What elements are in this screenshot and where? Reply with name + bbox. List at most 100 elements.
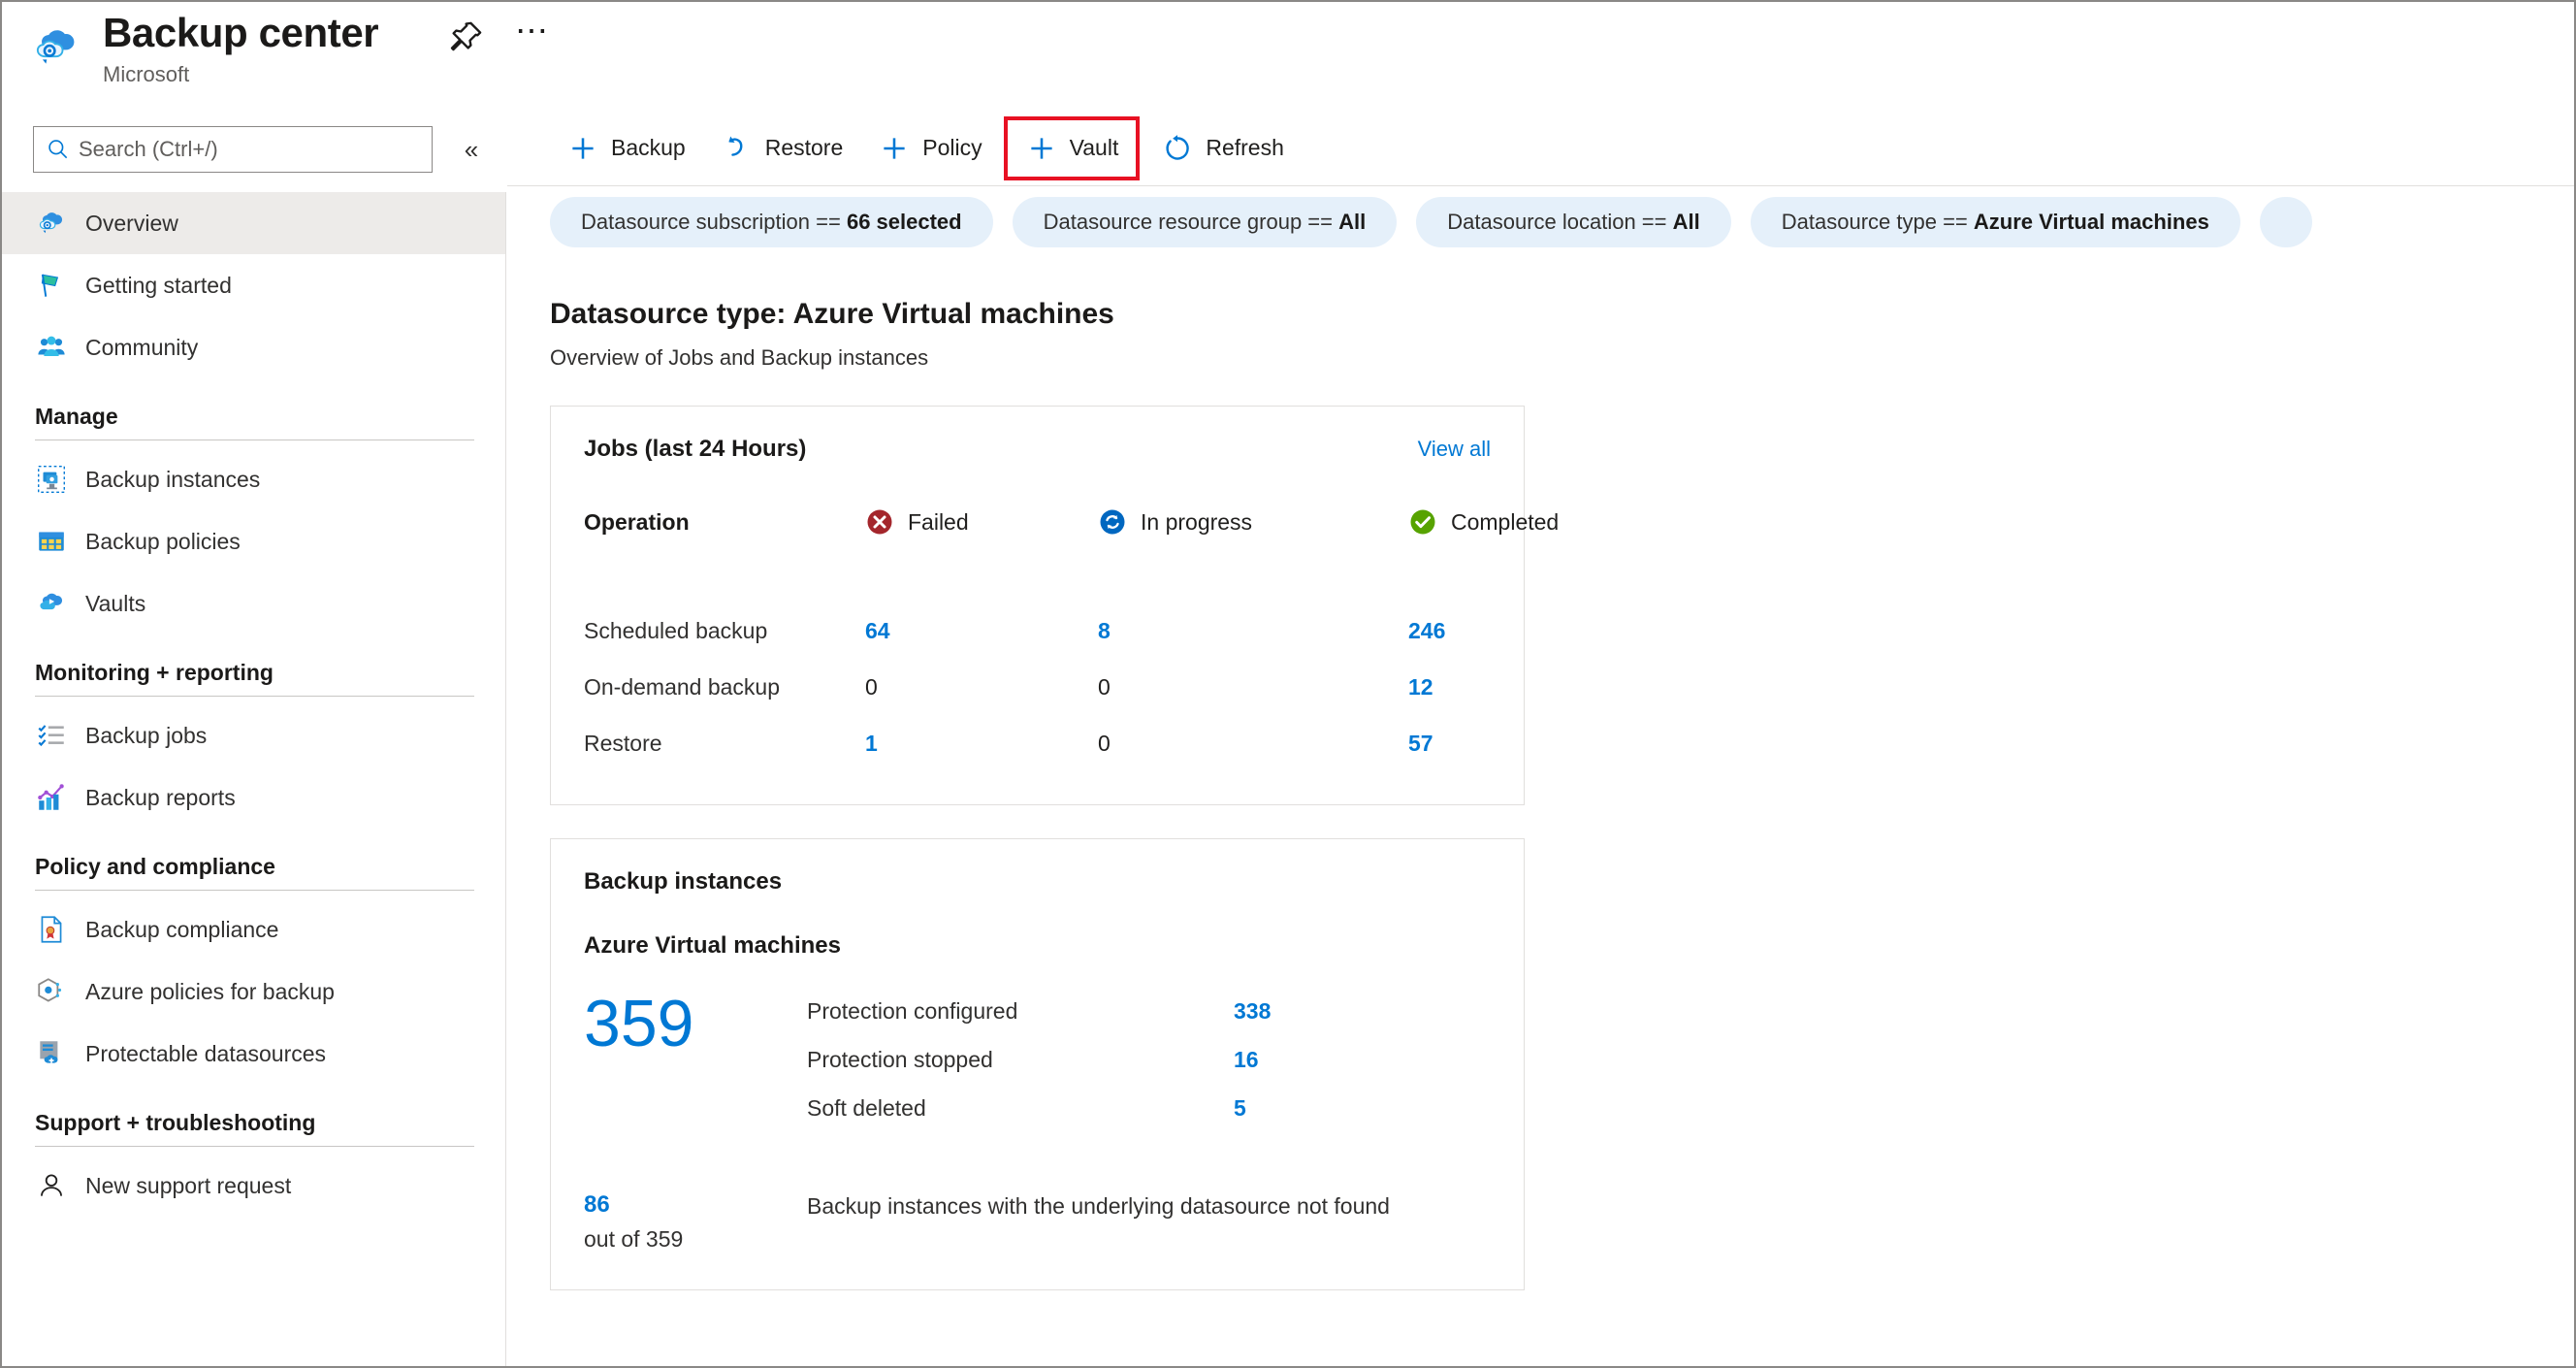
filter-pill-datasource-resource-group[interactable]: Datasource resource group == All <box>1012 197 1398 247</box>
sidebar-item-backup-policies[interactable]: Backup policies <box>2 510 505 572</box>
jobs-cell-completed[interactable]: 12 <box>1408 659 1559 715</box>
sidebar-item-label: Overview <box>85 210 178 236</box>
bar-chart-icon <box>35 781 68 814</box>
checklist-icon <box>35 719 68 752</box>
plus-icon <box>1025 132 1058 165</box>
jobs-cell-failed[interactable]: 64 <box>865 603 1098 659</box>
panel-title: Datasource type: Azure Virtual machines <box>550 298 1114 330</box>
sidebar-group-title: Monitoring + reporting <box>35 660 274 685</box>
jobs-cell-in-progress[interactable]: 8 <box>1098 603 1408 659</box>
search-box[interactable] <box>33 126 433 173</box>
instances-footer-outof: out of 359 <box>584 1226 684 1252</box>
jobs-card: Jobs (last 24 Hours) View all Operation <box>550 406 1559 805</box>
jobs-card-title: Jobs (last 24 Hours) <box>584 436 807 462</box>
backup-button[interactable]: Backup <box>553 118 699 179</box>
sidebar-group-title: Manage <box>35 404 118 429</box>
vault-cloud-icon <box>35 587 68 620</box>
policy-button[interactable]: Policy <box>864 118 995 179</box>
filter-pill-label: Datasource type == <box>1781 210 1968 234</box>
jobs-cell-failed[interactable]: 1 <box>865 715 1098 771</box>
page-header: Backup center Microsoft ⋯ <box>2 2 2574 111</box>
sidebar-item-backup-instances[interactable]: Backup instances <box>2 448 505 510</box>
sidebar-item-backup-compliance[interactable]: Backup compliance <box>2 898 505 961</box>
filter-pill-datasource-location[interactable]: Datasource location == All <box>1416 197 1731 247</box>
jobs-cell-completed[interactable]: 246 <box>1408 603 1559 659</box>
pin-icon[interactable] <box>443 17 486 60</box>
command-toolbar: Backup Restore Policy Vault Refresh <box>507 111 2574 186</box>
jobs-cell-in-progress: 0 <box>1098 730 1111 756</box>
policy-grid-icon <box>35 525 68 558</box>
sidebar-item-protectable-datasources[interactable]: Protectable datasources <box>2 1023 505 1085</box>
search-input[interactable] <box>79 127 420 172</box>
jobs-column-failed: Failed <box>865 496 1098 548</box>
panel-subtitle: Overview of Jobs and Backup instances <box>550 345 929 370</box>
panel: Datasource type: Azure Virtual machines … <box>507 258 2574 1290</box>
restore-button[interactable]: Restore <box>707 118 857 179</box>
instances-total-count[interactable]: 359 <box>584 987 807 1132</box>
azure-policy-hexagon-icon <box>35 975 68 1008</box>
jobs-cell-failed: 0 <box>865 673 878 700</box>
sidebar-item-community[interactable]: Community <box>2 316 505 378</box>
filter-pill-datasource-subscription[interactable]: Datasource subscription == 66 selected <box>550 197 993 247</box>
sidebar-group-support: Support + troubleshooting New support re… <box>2 1110 505 1217</box>
jobs-column-label: Completed <box>1451 508 1560 535</box>
filter-pill-overflow[interactable] <box>2259 197 2312 247</box>
jobs-column-label: Failed <box>908 508 969 535</box>
sidebar-item-label: Azure policies for backup <box>85 978 335 1004</box>
sidebar-group-title: Policy and compliance <box>35 854 275 879</box>
sidebar-item-label: Vaults <box>85 590 146 616</box>
instances-row: Protection stopped 16 <box>807 1035 1491 1084</box>
instances-row-value[interactable]: 16 <box>1234 1047 1259 1073</box>
jobs-card-header: Jobs (last 24 Hours) View all <box>584 436 1491 463</box>
filter-pill-label: Datasource location == <box>1447 210 1667 234</box>
sidebar-group-monitoring: Monitoring + reporting Backup jobs Backu… <box>2 660 505 829</box>
view-all-jobs-link[interactable]: View all <box>1418 437 1491 462</box>
divider <box>35 1146 474 1147</box>
vault-button[interactable]: Vault <box>1003 115 1141 180</box>
instances-row: Protection configured 338 <box>807 987 1491 1035</box>
filter-pill-datasource-type[interactable]: Datasource type == Azure Virtual machine… <box>1750 197 2240 247</box>
ellipsis-icon[interactable]: ⋯ <box>511 15 554 60</box>
sidebar-item-label: Community <box>85 334 199 360</box>
backup-center-cloud-icon <box>35 207 68 240</box>
jobs-table: Operation Failed In progress Completed S… <box>584 496 1559 771</box>
instances-row-value[interactable]: 5 <box>1234 1095 1246 1122</box>
refresh-button[interactable]: Refresh <box>1147 118 1298 179</box>
backup-instances-card: Backup instances Azure Virtual machines … <box>550 838 1525 1290</box>
chevron-double-left-icon[interactable]: « <box>452 130 491 169</box>
instances-footer: 86 out of 359 Backup instances with the … <box>584 1189 1491 1256</box>
person-support-icon <box>35 1169 68 1202</box>
error-circle-icon <box>865 507 894 537</box>
sidebar-item-vaults[interactable]: Vaults <box>2 572 505 635</box>
success-circle-icon <box>1408 507 1437 537</box>
sidebar-item-getting-started[interactable]: Getting started <box>2 254 505 316</box>
instances-row-value[interactable]: 338 <box>1234 998 1271 1025</box>
instances-row: Soft deleted 5 <box>807 1084 1491 1132</box>
backup-instance-icon <box>35 463 68 496</box>
toolbar-button-label: Backup <box>611 135 686 160</box>
title-block: Backup center Microsoft <box>103 8 379 89</box>
jobs-column-operation: Operation <box>584 508 690 535</box>
toolbar-button-label: Refresh <box>1206 135 1284 160</box>
people-icon <box>35 331 68 364</box>
sidebar-item-overview[interactable]: Overview <box>2 192 505 254</box>
sidebar-item-label: Protectable datasources <box>85 1040 327 1066</box>
filter-pill-value: 66 selected <box>846 210 962 234</box>
sidebar-item-backup-reports[interactable]: Backup reports <box>2 766 505 829</box>
sidebar-item-backup-jobs[interactable]: Backup jobs <box>2 704 505 766</box>
jobs-cell-completed[interactable]: 57 <box>1408 715 1559 771</box>
search-icon <box>46 137 71 162</box>
jobs-column-completed: Completed <box>1408 496 1559 548</box>
plus-icon <box>566 132 599 165</box>
filter-pill-value: All <box>1672 210 1700 234</box>
toolbar-button-label: Vault <box>1069 135 1119 160</box>
sidebar-item-azure-policies-for-backup[interactable]: Azure policies for backup <box>2 961 505 1023</box>
main-content: Backup Restore Policy Vault Refresh Data… <box>507 111 2574 1366</box>
jobs-row-label: Restore <box>584 730 662 756</box>
sidebar-item-new-support-request[interactable]: New support request <box>2 1155 505 1217</box>
sidebar-item-label: Getting started <box>85 272 232 298</box>
instances-footer-count[interactable]: 86 <box>584 1189 807 1221</box>
